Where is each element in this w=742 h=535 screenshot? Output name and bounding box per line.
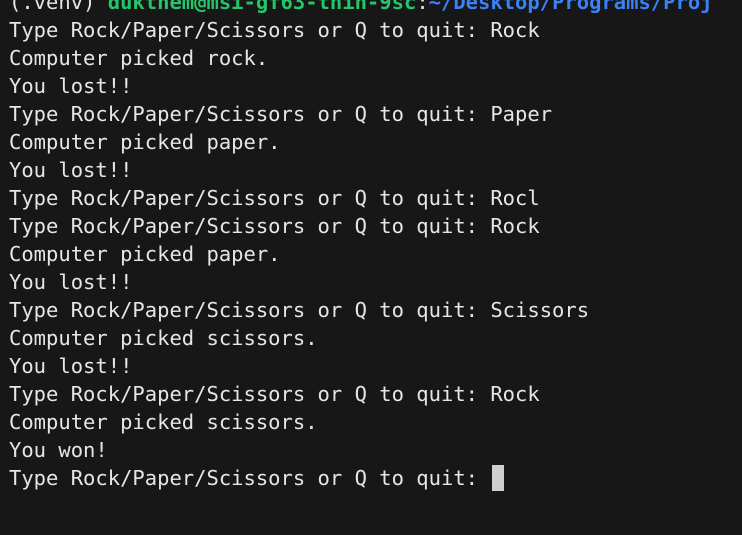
output-line: Type Rock/Paper/Scissors or Q to quit: R… xyxy=(9,18,540,42)
output-line: Type Rock/Paper/Scissors or Q to quit: R… xyxy=(9,382,540,406)
output-line: Computer picked scissors. xyxy=(9,410,318,434)
output-line: Type Rock/Paper/Scissors or Q to quit: S… xyxy=(9,298,590,322)
current-path: ~/Desktop/Programs/Proj xyxy=(428,0,713,14)
output-line: You lost!! xyxy=(9,158,133,182)
output-line: Computer picked paper. xyxy=(9,242,281,266)
output-line: You lost!! xyxy=(9,74,133,98)
output-line: You lost!! xyxy=(9,354,133,378)
output-line: You lost!! xyxy=(9,270,133,294)
terminal-output: (.venv) dukthem@msi-gf63-thin-9sc:~/Desk… xyxy=(9,0,742,492)
user-host: dukthem@msi-gf63-thin-9sc xyxy=(107,0,417,14)
shell-prompt-line: (.venv) dukthem@msi-gf63-thin-9sc:~/Desk… xyxy=(9,0,742,16)
output-line: Computer picked rock. xyxy=(9,46,269,70)
output-line: Type Rock/Paper/Scissors or Q to quit: R… xyxy=(9,214,540,238)
output-line: Type Rock/Paper/Scissors or Q to quit: P… xyxy=(9,102,553,126)
output-line: You won! xyxy=(9,438,108,462)
venv-indicator: (.venv) xyxy=(9,0,108,14)
output-line: Type Rock/Paper/Scissors or Q to quit: R… xyxy=(9,186,540,210)
input-line[interactable]: Type Rock/Paper/Scissors or Q to quit: xyxy=(9,464,742,492)
input-prompt: Type Rock/Paper/Scissors or Q to quit: xyxy=(9,466,491,490)
terminal-window[interactable]: (.venv) dukthem@msi-gf63-thin-9sc:~/Desk… xyxy=(0,0,742,535)
output-line: Computer picked scissors. xyxy=(9,326,318,350)
output-line: Computer picked paper. xyxy=(9,130,281,154)
prompt-separator: : xyxy=(416,0,429,14)
text-cursor[interactable] xyxy=(492,465,505,491)
